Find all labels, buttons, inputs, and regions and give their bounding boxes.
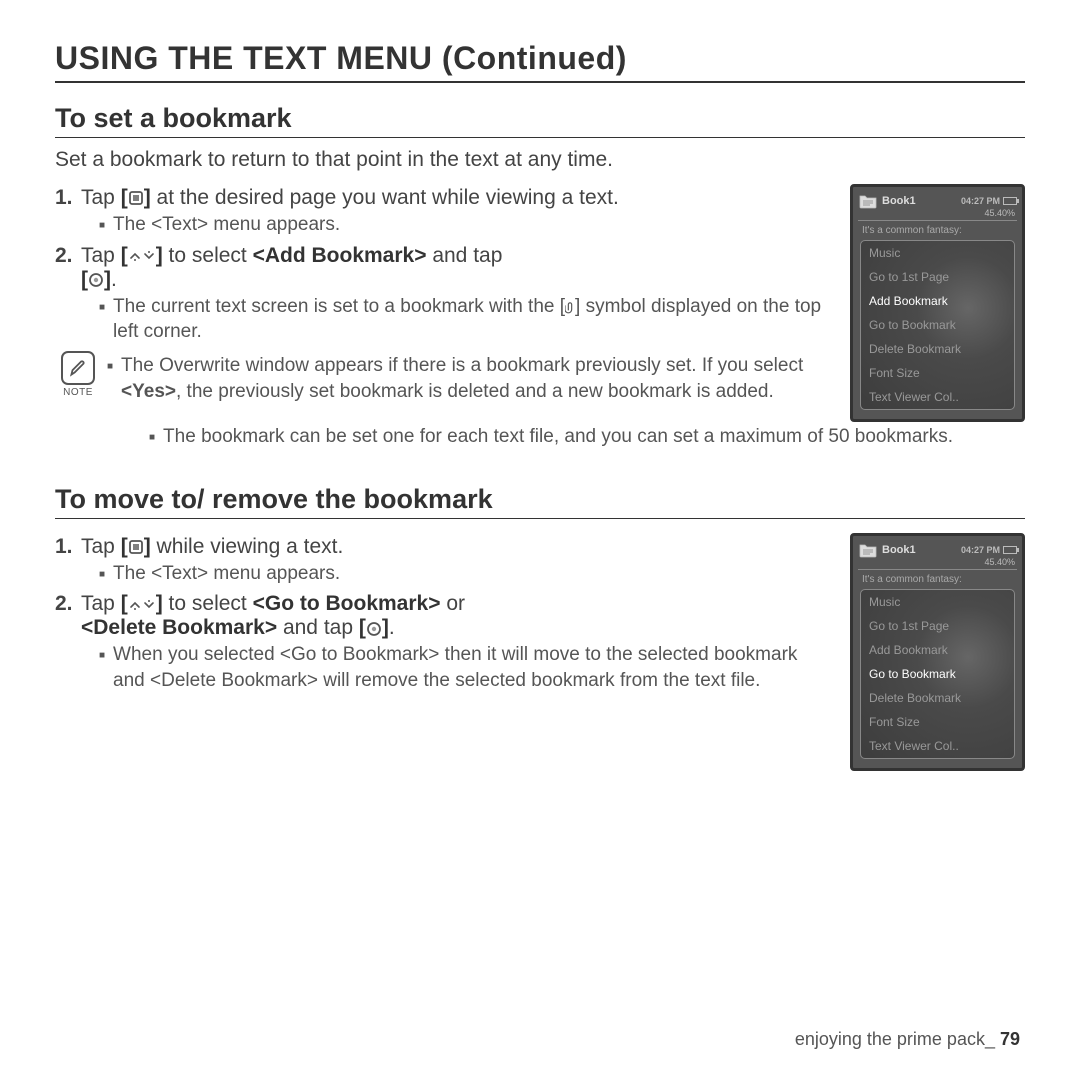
s2-step-1: 1. Tap [] while viewing a text. — [55, 535, 832, 559]
note-1: ■ The Overwrite window appears if there … — [107, 353, 832, 404]
device-menu-2: Music Go to 1st Page Add Bookmark Go to … — [860, 589, 1015, 759]
menu-item: Go to 1st Page — [861, 614, 1014, 638]
battery-icon — [1003, 546, 1017, 554]
menu-item: Music — [861, 590, 1014, 614]
s2-step-2-sub: ■When you selected <Go to Bookmark> then… — [99, 642, 832, 693]
step-1-sub: ■The <Text> menu appears. — [99, 212, 832, 238]
menu-item: Text Viewer Col.. — [861, 734, 1014, 758]
section-intro: Set a bookmark to return to that point i… — [55, 148, 1025, 172]
battery-icon — [1003, 197, 1017, 205]
note-badge: NOTE — [55, 351, 101, 408]
menu-item: Add Bookmark — [861, 638, 1014, 662]
folder-icon — [858, 192, 878, 210]
device-subtitle: It's a common fantasy: — [856, 570, 1019, 585]
menu-item: Go to Bookmark — [861, 313, 1014, 337]
device-menu-1: Music Go to 1st Page Add Bookmark Go to … — [860, 240, 1015, 410]
menu-item: Delete Bookmark — [861, 337, 1014, 361]
page-footer: enjoying the prime pack_ 79 — [795, 1029, 1020, 1050]
device-screenshot-2: Book1 04:27 PM 45.40% It's a common fant… — [850, 533, 1025, 771]
menu-item: Text Viewer Col.. — [861, 385, 1014, 409]
menu-item-selected: Go to Bookmark — [861, 662, 1014, 686]
note-2: ■The bookmark can be set one for each te… — [149, 424, 1025, 450]
menu-icon — [128, 539, 144, 555]
section-heading-set-bookmark: To set a bookmark — [55, 103, 1025, 138]
section-heading-move-remove: To move to/ remove the bookmark — [55, 484, 1025, 519]
device-percent: 45.40% — [856, 557, 1019, 569]
s2-step-2: 2. Tap [] to select <Go to Bookmark> or … — [55, 592, 832, 640]
device-percent: 45.40% — [856, 208, 1019, 220]
menu-item: Delete Bookmark — [861, 686, 1014, 710]
menu-item-selected: Add Bookmark — [861, 289, 1014, 313]
circle-icon — [88, 272, 104, 288]
s2-step-1-sub: ■The <Text> menu appears. — [99, 561, 832, 587]
updown-icon — [128, 598, 156, 612]
menu-item: Font Size — [861, 361, 1014, 385]
page-title: USING THE TEXT MENU (Continued) — [55, 40, 1025, 83]
step-1: 1. Tap [] at the desired page you want w… — [55, 186, 832, 210]
device-screenshot-1: Book1 04:27 PM 45.40% It's a common fant… — [850, 184, 1025, 422]
circle-icon — [366, 621, 382, 637]
updown-icon — [128, 249, 156, 263]
menu-item: Font Size — [861, 710, 1014, 734]
device-subtitle: It's a common fantasy: — [856, 221, 1019, 236]
step-2: 2. Tap [] to select <Add Bookmark> and t… — [55, 244, 832, 292]
step-2-sub: ■ The current text screen is set to a bo… — [99, 294, 832, 345]
menu-icon — [128, 190, 144, 206]
clip-icon — [565, 300, 575, 314]
folder-icon — [858, 541, 878, 559]
menu-item: Music — [861, 241, 1014, 265]
menu-item: Go to 1st Page — [861, 265, 1014, 289]
